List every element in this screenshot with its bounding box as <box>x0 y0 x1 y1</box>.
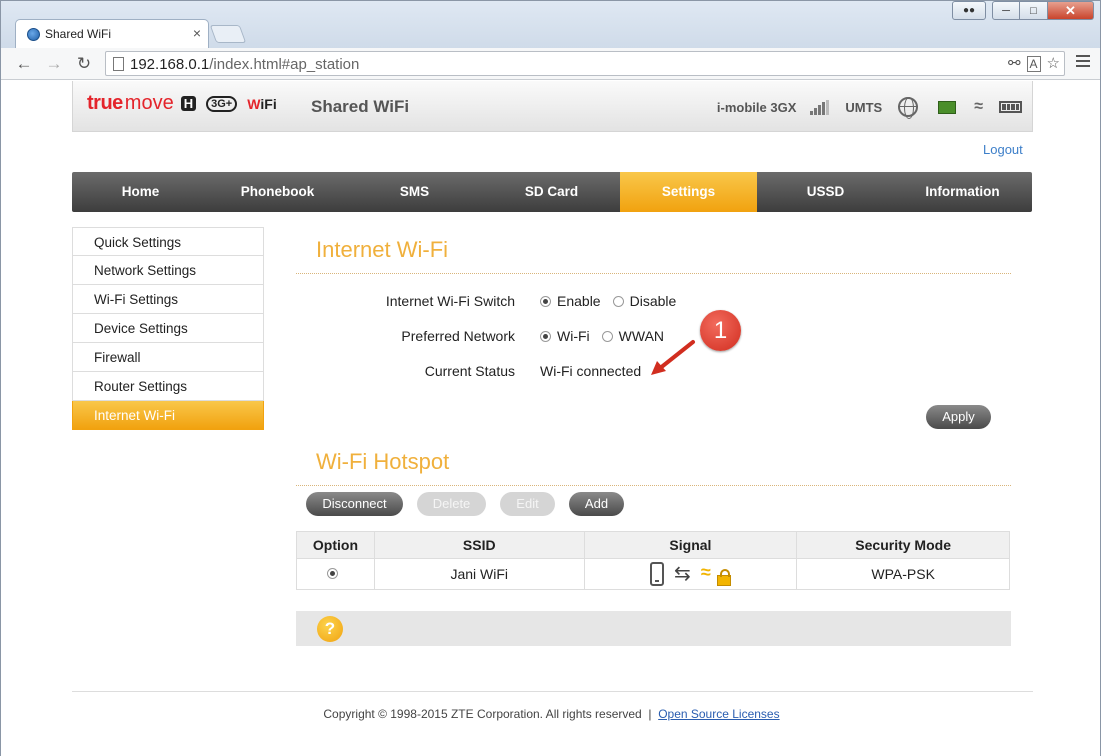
sim-card-icon <box>938 100 957 114</box>
minimize-button[interactable]: ─ <box>992 1 1020 20</box>
copyright-text: Copyright © 1998-2015 ZTE Corporation. A… <box>323 707 642 721</box>
nav-phonebook[interactable]: Phonebook <box>209 172 346 212</box>
swap-arrows-icon: ⇆ <box>674 563 691 585</box>
tab-strip: Shared WiFi × ●● ─ □ ✕ <box>1 1 1100 48</box>
secured-wifi-icon: ≈ <box>701 562 731 586</box>
edit-button[interactable]: Edit <box>500 492 555 516</box>
address-bar[interactable]: 192.168.0.1/index.html#ap_station ⚯ A ☆ <box>105 51 1065 76</box>
col-security-mode: Security Mode <box>796 531 1010 559</box>
signal-cell: ⇆ ≈ <box>583 558 798 590</box>
user-icon[interactable]: ●● <box>952 1 986 20</box>
globe-icon <box>898 97 919 119</box>
truemove-logo: true move H 3G+ WiFi <box>87 92 277 114</box>
menu-icon[interactable] <box>1076 55 1090 69</box>
add-button[interactable]: Add <box>569 492 624 516</box>
enable-radio[interactable] <box>540 295 551 307</box>
status-bar: i-mobile 3GX UMTS ≈ <box>716 97 1022 119</box>
delete-button[interactable]: Delete <box>417 492 486 516</box>
sidebar-item-internet-wifi[interactable]: Internet Wi-Fi <box>72 401 264 430</box>
nav-ussd[interactable]: USSD <box>757 172 894 212</box>
logout-link[interactable]: Logout <box>983 142 1023 157</box>
section-divider <box>296 273 1011 274</box>
switch-options: Enable Disable <box>540 293 676 309</box>
disable-radio[interactable] <box>612 295 624 307</box>
col-option: Option <box>296 531 375 559</box>
product-name: Shared WiFi <box>311 97 410 116</box>
browser-window: Shared WiFi × ●● ─ □ ✕ ← → ↻ 192.168.0.1… <box>0 0 1101 756</box>
annotation-arrow <box>651 340 695 375</box>
tab-close-icon[interactable]: × <box>193 25 201 41</box>
status-value: Wi-Fi connected <box>540 363 642 379</box>
sidebar-item-firewall[interactable]: Firewall <box>72 343 264 372</box>
sidebar-item-network-settings[interactable]: Network Settings <box>72 256 264 285</box>
help-bar: ? <box>296 611 1011 646</box>
internet-wifi-title: Internet Wi-Fi <box>316 237 449 262</box>
ssid-cell: Jani WiFi <box>373 558 585 590</box>
page-icon <box>113 57 124 71</box>
favicon-icon <box>27 28 40 41</box>
star-icon[interactable]: ☆ <box>1047 54 1060 72</box>
sidebar-item-router-settings[interactable]: Router Settings <box>72 372 264 401</box>
switch-label: Internet Wi-Fi Switch <box>385 293 515 309</box>
close-window-button[interactable]: ✕ <box>1048 1 1094 20</box>
footer-divider <box>72 691 1033 692</box>
wifi-icon: ≈ <box>974 98 983 115</box>
nav-sms[interactable]: SMS <box>346 172 483 212</box>
wifi-radio[interactable] <box>540 330 551 342</box>
preferred-network-options: Wi-Fi WWAN <box>540 328 664 344</box>
open-source-licenses-link[interactable]: Open Source Licenses <box>658 707 779 721</box>
sidebar-item-device-settings[interactable]: Device Settings <box>72 314 264 343</box>
nav-information[interactable]: Information <box>894 172 1031 212</box>
battery-icon <box>999 101 1022 113</box>
maximize-button[interactable]: □ <box>1020 1 1048 20</box>
status-label: Current Status <box>424 363 515 379</box>
new-tab-button[interactable] <box>209 25 247 43</box>
page-content: true move H 3G+ WiFi Shared WiFi i-mobile… <box>1 81 1100 756</box>
network-mode: UMTS <box>845 99 883 115</box>
sidebar-item-wifi-settings[interactable]: Wi-Fi Settings <box>72 285 264 314</box>
help-icon[interactable]: ? <box>317 616 343 642</box>
key-icon[interactable]: ⚯ <box>1008 54 1021 72</box>
nav-home[interactable]: Home <box>72 172 209 212</box>
annotation-badge: 1 <box>700 310 741 351</box>
router-header: true move H 3G+ WiFi Shared WiFi i-mobile… <box>72 81 1033 132</box>
reload-icon[interactable]: ↻ <box>73 53 95 75</box>
browser-tab[interactable]: Shared WiFi × <box>15 19 209 48</box>
wifi-hotspot-title: Wi-Fi Hotspot <box>316 449 450 474</box>
window-controls: ●● ─ □ ✕ <box>952 1 1094 21</box>
table-row[interactable]: Jani WiFi ⇆ ≈ WPA-PSK <box>296 558 1010 590</box>
signal-strength-icon <box>810 99 830 115</box>
main-nav: Home Phonebook SMS SD Card Settings USSD… <box>72 172 1032 212</box>
col-signal: Signal <box>583 531 798 559</box>
disconnect-button[interactable]: Disconnect <box>306 492 403 516</box>
wwan-radio[interactable] <box>601 330 613 342</box>
translate-icon[interactable]: A <box>1026 56 1041 72</box>
footer-separator: | <box>648 707 652 721</box>
phone-icon <box>650 562 665 586</box>
back-icon[interactable]: ← <box>13 53 35 75</box>
nav-sd-card[interactable]: SD Card <box>483 172 620 212</box>
sidebar-item-quick-settings[interactable]: Quick Settings <box>72 227 264 256</box>
operator-name: i-mobile 3GX <box>716 99 797 115</box>
preferred-network-label: Preferred Network <box>401 328 515 344</box>
option-cell <box>296 558 375 590</box>
section-divider <box>296 485 1011 486</box>
settings-sidebar: Quick Settings Network Settings Wi-Fi Se… <box>72 227 264 430</box>
nav-settings[interactable]: Settings <box>620 172 757 212</box>
col-ssid: SSID <box>373 531 585 559</box>
apply-button[interactable]: Apply <box>926 405 991 429</box>
row-select-radio[interactable] <box>326 568 338 579</box>
browser-toolbar: ← → ↻ 192.168.0.1/index.html#ap_station … <box>1 48 1100 80</box>
url-text: 192.168.0.1/index.html#ap_station <box>130 56 360 73</box>
security-cell: WPA-PSK <box>796 558 1010 590</box>
footer: Copyright © 1998-2015 ZTE Corporation. A… <box>1 707 1101 721</box>
hotspot-table: Option SSID Signal Security Mode Jani Wi… <box>296 531 1010 590</box>
forward-icon[interactable]: → <box>43 53 65 75</box>
tab-title: Shared WiFi <box>45 27 112 41</box>
